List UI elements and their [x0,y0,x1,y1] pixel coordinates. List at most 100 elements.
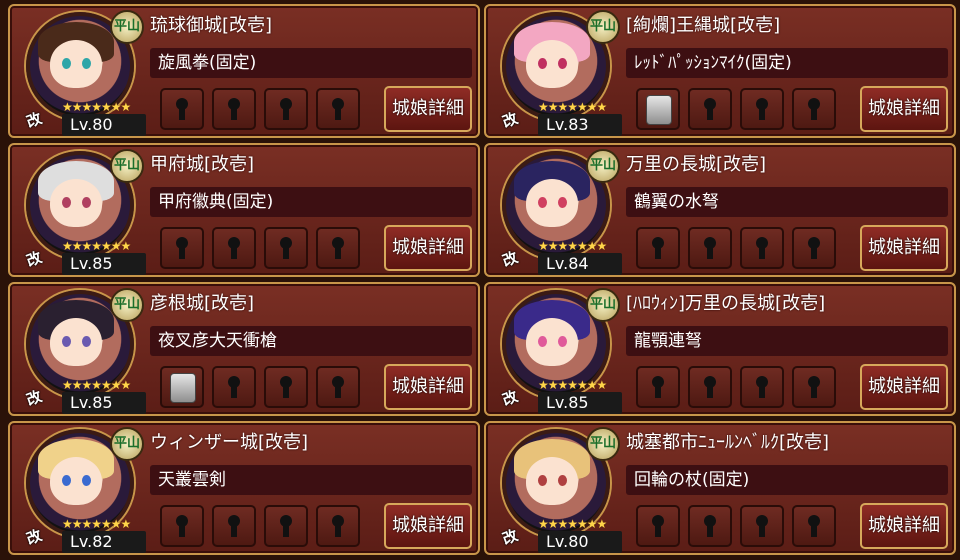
terrain-type-badge: 平山 [586,427,620,461]
castle-girl-card[interactable]: 平山 改 ★★★★★★★ Lv.85 [ﾊﾛｳｨﾝ]万里の長城[改壱] 龍顎連弩… [484,282,956,416]
portrait-eye [538,58,547,69]
kai-mark: 改 [23,109,45,132]
equipment-slot-locked[interactable] [688,227,732,269]
equipment-slot-locked[interactable] [160,88,204,130]
detail-button[interactable]: 城娘詳細 [384,225,472,271]
equipment-slot-locked[interactable] [688,88,732,130]
character-portrait[interactable]: 平山 改 ★★★★★★★ Lv.83 [492,10,622,136]
character-portrait[interactable]: 平山 改 ★★★★★★★ Lv.85 [492,288,622,414]
equipment-slot-locked[interactable] [688,505,732,547]
detail-button[interactable]: 城娘詳細 [860,364,948,410]
detail-button[interactable]: 城娘詳細 [384,364,472,410]
castle-girl-card[interactable]: 平山 改 ★★★★★★★ Lv.85 甲府城[改壱] 甲府徽典(固定) 城娘詳細 [8,143,480,277]
level-label: Lv.80 [62,114,146,136]
equipment-slot[interactable] [636,88,680,130]
rarity-stars: ★★★★★★★ [62,378,131,392]
keyhole-lock-icon [277,513,295,539]
portrait-eye [558,58,567,69]
equipment-slot-locked[interactable] [792,505,836,547]
equipment-slot-locked[interactable] [316,505,360,547]
keyhole-lock-icon [805,513,823,539]
castle-girl-card[interactable]: 平山 改 ★★★★★★★ Lv.83 [絢爛]王縄城[改壱] ﾚｯﾄﾞﾊﾟｯｼｮ… [484,4,956,138]
equipment-slot[interactable] [160,366,204,408]
castle-name: 甲府城[改壱] [150,154,255,175]
detail-button[interactable]: 城娘詳細 [384,503,472,549]
equipment-slot-locked[interactable] [316,88,360,130]
equipped-item-icon [170,373,196,403]
terrain-type-badge: 平山 [586,149,620,183]
equipment-slot-locked[interactable] [264,88,308,130]
skill-name: 旋風拳(固定) [150,48,472,78]
keyhole-lock-icon [329,374,347,400]
equipment-slot-locked[interactable] [792,227,836,269]
portrait-eye [62,197,71,208]
equipment-slot-locked[interactable] [740,88,784,130]
keyhole-lock-icon [753,235,771,261]
detail-button[interactable]: 城娘詳細 [384,86,472,132]
equipment-slot-locked[interactable] [688,366,732,408]
portrait-eye [538,336,547,347]
castle-girl-card[interactable]: 平山 改 ★★★★★★★ Lv.82 ウィンザー城[改壱] 天叢雲剣 城娘詳細 [8,421,480,555]
level-label: Lv.85 [62,253,146,275]
castle-girl-card[interactable]: 平山 改 ★★★★★★★ Lv.80 琉球御城[改壱] 旋風拳(固定) 城娘詳細 [8,4,480,138]
skill-name: 回輪の杖(固定) [626,465,948,495]
equipment-slot-locked[interactable] [740,366,784,408]
equipment-slot-locked[interactable] [740,505,784,547]
portrait-face [50,318,102,366]
equipment-slot-locked[interactable] [316,366,360,408]
rarity-stars: ★★★★★★★ [62,239,131,253]
keyhole-lock-icon [225,235,243,261]
equipment-slot-locked[interactable] [636,227,680,269]
equipment-slot-locked[interactable] [792,88,836,130]
character-portrait[interactable]: 平山 改 ★★★★★★★ Lv.80 [492,427,622,553]
character-portrait[interactable]: 平山 改 ★★★★★★★ Lv.84 [492,149,622,275]
portrait-eye [558,197,567,208]
equipment-slot-locked[interactable] [160,227,204,269]
castle-girl-card[interactable]: 平山 改 ★★★★★★★ Lv.84 万里の長城[改壱] 鶴翼の水弩 城娘詳細 [484,143,956,277]
keyhole-lock-icon [277,96,295,122]
equipment-slot-locked[interactable] [740,227,784,269]
keyhole-lock-icon [173,96,191,122]
rarity-stars: ★★★★★★★ [62,517,131,531]
castle-name: 万里の長城[改壱] [626,154,767,175]
keyhole-lock-icon [649,235,667,261]
equipment-slot-locked[interactable] [212,88,256,130]
detail-button[interactable]: 城娘詳細 [860,503,948,549]
keyhole-lock-icon [805,374,823,400]
character-portrait[interactable]: 平山 改 ★★★★★★★ Lv.82 [16,427,146,553]
terrain-type-badge: 平山 [586,10,620,44]
portrait-eye [538,197,547,208]
kai-mark: 改 [23,248,45,271]
castle-name: ウィンザー城[改壱] [150,432,309,453]
keyhole-lock-icon [649,513,667,539]
castle-girl-card[interactable]: 平山 改 ★★★★★★★ Lv.80 城塞都市ﾆｭｰﾙﾝﾍﾞﾙｸ[改壱] 回輪の… [484,421,956,555]
equipment-slot-locked[interactable] [264,366,308,408]
detail-button[interactable]: 城娘詳細 [860,225,948,271]
equipment-slot-locked[interactable] [212,366,256,408]
character-portrait[interactable]: 平山 改 ★★★★★★★ Lv.85 [16,149,146,275]
equipment-slot-locked[interactable] [212,505,256,547]
portrait-face [50,40,102,88]
castle-girl-card[interactable]: 平山 改 ★★★★★★★ Lv.85 彦根城[改壱] 夜叉彦大天衝槍 城娘詳細 [8,282,480,416]
equipment-slot-locked[interactable] [264,227,308,269]
rarity-stars: ★★★★★★★ [538,517,607,531]
character-portrait[interactable]: 平山 改 ★★★★★★★ Lv.85 [16,288,146,414]
equipment-slot-locked[interactable] [792,366,836,408]
skill-name: 夜叉彦大天衝槍 [150,326,472,356]
portrait-face [50,179,102,227]
character-portrait[interactable]: 平山 改 ★★★★★★★ Lv.80 [16,10,146,136]
keyhole-lock-icon [329,235,347,261]
level-label: Lv.83 [538,114,622,136]
castle-name: 城塞都市ﾆｭｰﾙﾝﾍﾞﾙｸ[改壱] [626,432,830,453]
equipment-slot-locked[interactable] [160,505,204,547]
equipment-slot-locked[interactable] [212,227,256,269]
portrait-eye [558,336,567,347]
equipment-slot-locked[interactable] [264,505,308,547]
equipment-slot-locked[interactable] [636,366,680,408]
keyhole-lock-icon [173,235,191,261]
equipment-slot-locked[interactable] [636,505,680,547]
keyhole-lock-icon [701,235,719,261]
equipment-slot-locked[interactable] [316,227,360,269]
detail-button[interactable]: 城娘詳細 [860,86,948,132]
castle-name: [ﾊﾛｳｨﾝ]万里の長城[改壱] [626,293,826,314]
